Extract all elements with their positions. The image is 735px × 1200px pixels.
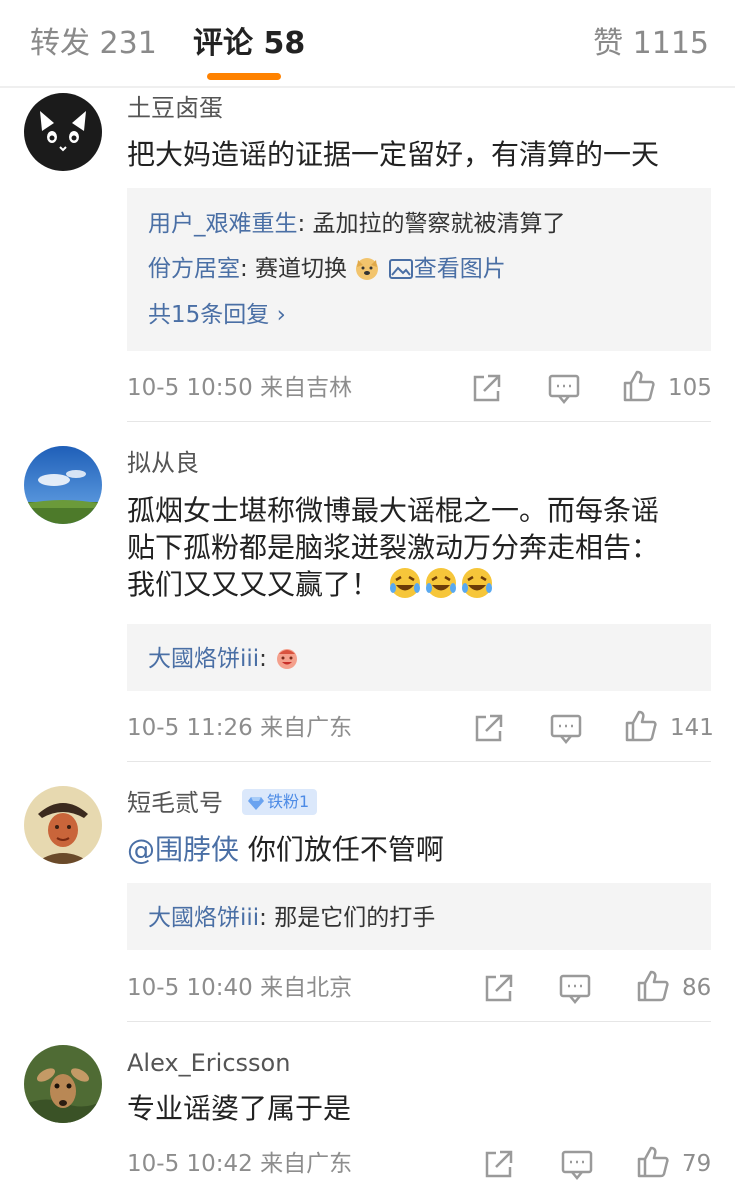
reply-item: 大國烙饼iii:: [148, 644, 300, 679]
comment-text: 孤烟女士堪称微博最大谣棍之一。而每条谣 贴下孤粉都是脑浆迸裂激动万分奔走相告： …: [127, 492, 717, 609]
reply-text: : 孟加拉的警察就被清算了: [297, 211, 566, 237]
comment-text: 专业谣婆了属于是: [127, 1092, 352, 1125]
comment-meta: 10-5 10:50 来自吉林: [127, 373, 352, 403]
comment-username[interactable]: 拟从良: [127, 448, 199, 478]
view-image-label[interactable]: 查看图片: [414, 256, 506, 282]
tab-likes[interactable]: 赞 1115: [593, 24, 709, 64]
comment-meta: 10-5 10:42 来自广东: [127, 1149, 352, 1179]
reply-username[interactable]: 佾方居室: [148, 256, 240, 282]
comment-icon[interactable]: [549, 711, 583, 745]
like-icon[interactable]: [622, 369, 656, 403]
comment-time: 10-5 10:40: [127, 975, 253, 1001]
fan-badge-label: 铁粉1: [267, 792, 310, 811]
comment-text-line-3: 我们又又又又赢了！: [127, 568, 380, 601]
comment-username[interactable]: 土豆卤蛋: [127, 93, 223, 123]
comment-username[interactable]: Alex_Ericsson: [127, 1048, 290, 1078]
like-count: 86: [682, 975, 712, 1001]
share-icon[interactable]: [470, 371, 504, 405]
comment-text: @围脖侠 你们放任不管啊: [127, 831, 717, 868]
fawn-avatar[interactable]: [24, 1045, 102, 1123]
reply-item: 大國烙饼iii: 那是它们的打手: [148, 903, 435, 933]
comment-icon[interactable]: [560, 1147, 594, 1181]
comment-icon[interactable]: [547, 371, 581, 405]
comment-text-line: 我们又又又又赢了！: [127, 566, 717, 609]
reply-username[interactable]: 用户_艰难重生: [148, 211, 298, 237]
comment-text-line: 贴下孤粉都是脑浆迸裂激动万分奔走相告：: [127, 531, 660, 564]
share-icon[interactable]: [472, 711, 506, 745]
like-icon[interactable]: [636, 1145, 670, 1179]
smiling-face-emoji: [274, 645, 300, 679]
comment-time: 10-5 10:50: [127, 375, 253, 401]
reply-box[interactable]: 大國烙饼iii:: [127, 624, 711, 691]
more-replies-link[interactable]: 共15条回复 ›: [148, 300, 286, 330]
comment-text-line: 孤烟女士堪称微博最大谣棍之一。而每条谣: [127, 494, 660, 527]
reply-item: 用户_艰难重生: 孟加拉的警察就被清算了: [148, 209, 566, 239]
comment-time: 10-5 11:26: [127, 715, 253, 741]
reply-text: : 赛道切换: [240, 256, 348, 282]
doge-emoji: [354, 255, 380, 289]
header-divider: [0, 86, 735, 88]
laughing-tears-emoji: [388, 566, 496, 609]
like-count: 79: [682, 1151, 712, 1177]
comment-divider: [127, 421, 711, 422]
reply-username[interactable]: 大國烙饼iii: [148, 646, 259, 672]
comment-icon[interactable]: [558, 971, 592, 1005]
comment-meta: 10-5 11:26 来自广东: [127, 713, 352, 743]
comment-meta: 10-5 10:40 来自北京: [127, 973, 352, 1003]
comment-source: 来自广东: [260, 1151, 353, 1177]
comment-divider: [127, 761, 711, 762]
view-image-link[interactable]: 查看图片: [388, 256, 506, 282]
blue-sky-avatar[interactable]: [24, 446, 102, 524]
tab-comments[interactable]: 评论 58: [193, 24, 305, 64]
image-icon: [388, 259, 413, 279]
share-icon[interactable]: [482, 971, 516, 1005]
like-icon[interactable]: [624, 709, 658, 743]
reply-text: :: [259, 646, 267, 672]
comment-divider: [127, 1021, 711, 1022]
reply-text: : 那是它们的打手: [259, 905, 436, 931]
comment-text: 把大妈造谣的证据一定留好，有清算的一天: [127, 138, 660, 171]
reply-box[interactable]: 大國烙饼iii: 那是它们的打手: [127, 883, 711, 950]
comment-source: 来自北京: [260, 975, 353, 1001]
fan-badge[interactable]: 铁粉1: [242, 789, 318, 815]
comment-source: 来自广东: [260, 715, 353, 741]
comment-text-body: 你们放任不管啊: [239, 833, 444, 866]
black-cat-avatar[interactable]: [24, 93, 102, 171]
comment-source: 来自吉林: [260, 375, 353, 401]
tab-reposts[interactable]: 转发 231: [30, 24, 157, 64]
comment-username[interactable]: 短毛贰号: [127, 788, 223, 818]
reply-box[interactable]: 用户_艰难重生: 孟加拉的警察就被清算了 佾方居室: 赛道切换 查看图片 共15…: [127, 188, 711, 351]
mention-link[interactable]: @围脖侠: [127, 833, 239, 866]
comment-tabs: 转发 231 评论 58 赞 1115: [0, 0, 735, 86]
comment-time: 10-5 10:42: [127, 1151, 253, 1177]
reply-username[interactable]: 大國烙饼iii: [148, 905, 259, 931]
like-count: 105: [668, 375, 712, 401]
portrait-painting-avatar[interactable]: [24, 786, 102, 864]
like-count: 141: [670, 715, 714, 741]
reply-item: 佾方居室: 赛道切换 查看图片: [148, 254, 506, 289]
diamond-icon: [248, 797, 264, 810]
active-tab-indicator: [207, 73, 281, 80]
share-icon[interactable]: [482, 1147, 516, 1181]
like-icon[interactable]: [636, 969, 670, 1003]
